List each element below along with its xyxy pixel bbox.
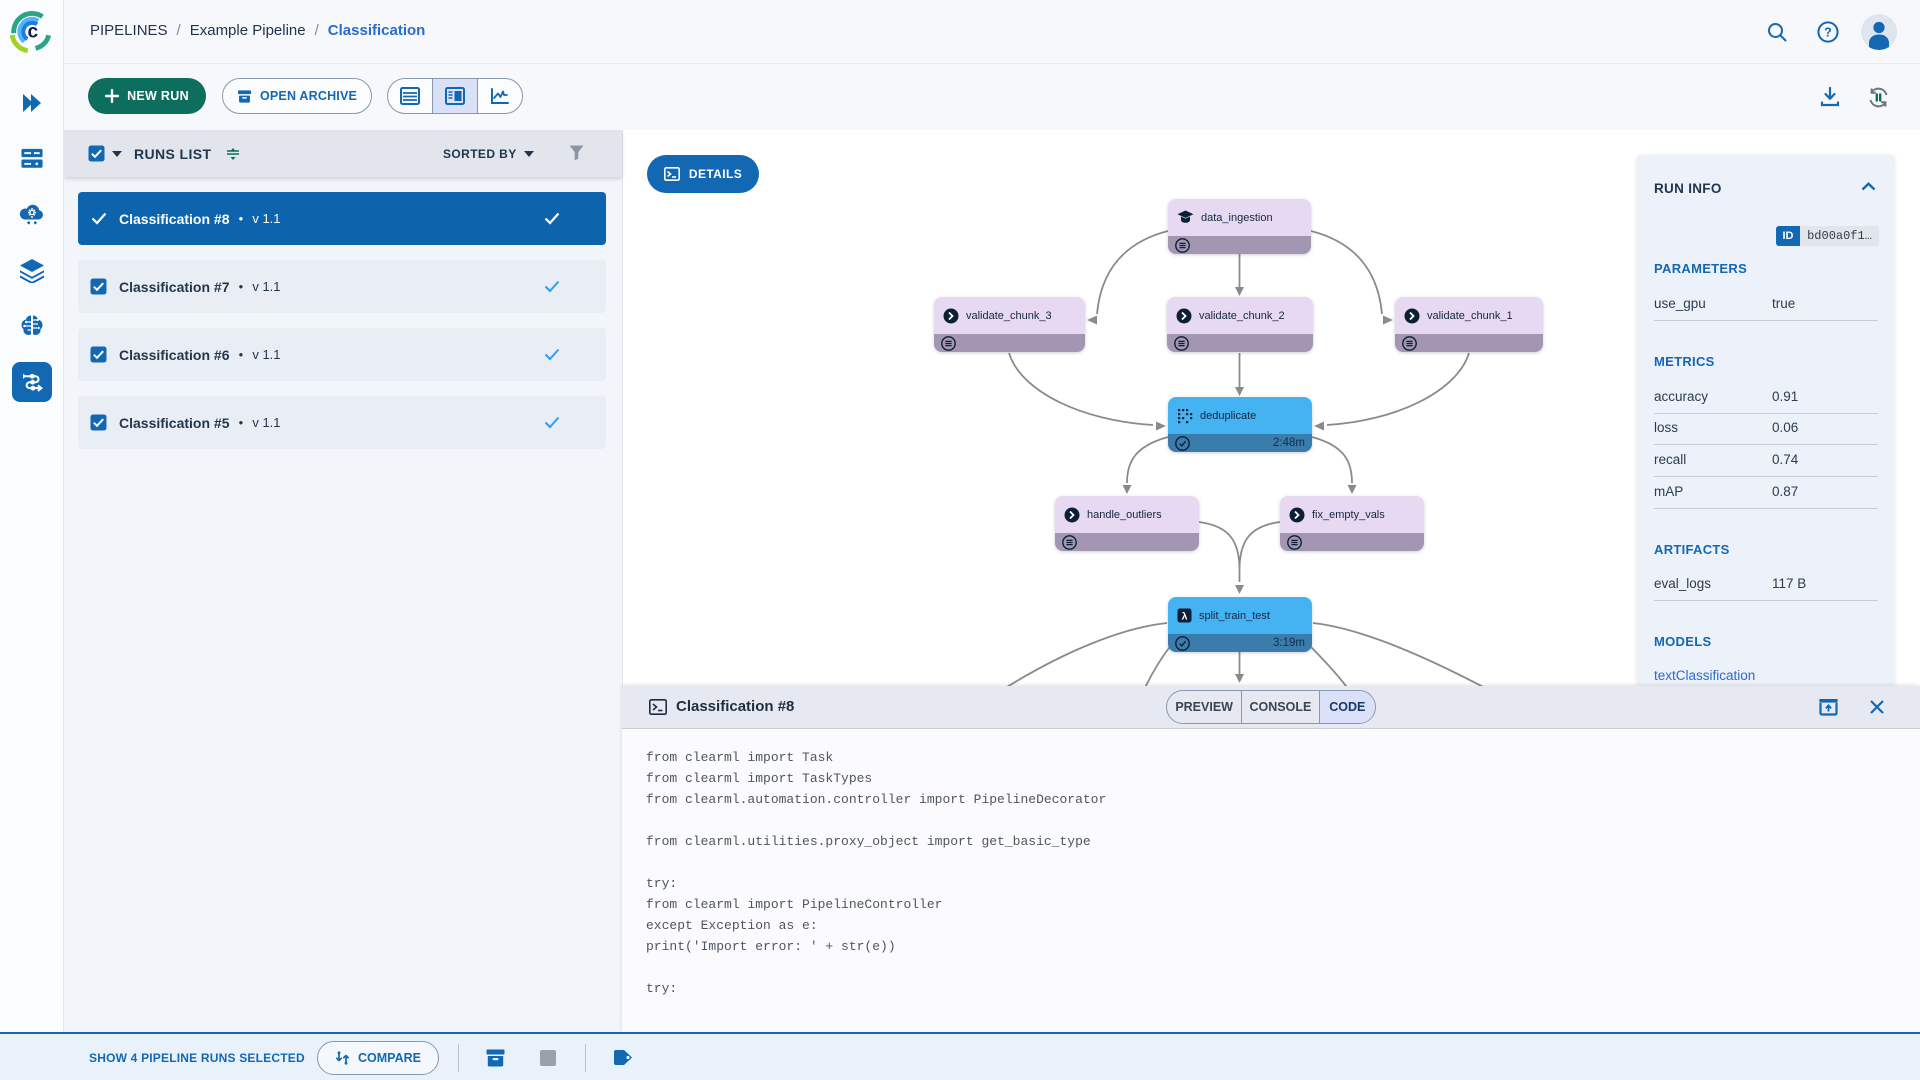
svg-text:?: ?: [1824, 26, 1832, 40]
svg-text:c: c: [27, 22, 38, 43]
svg-text:λ: λ: [1182, 611, 1188, 623]
